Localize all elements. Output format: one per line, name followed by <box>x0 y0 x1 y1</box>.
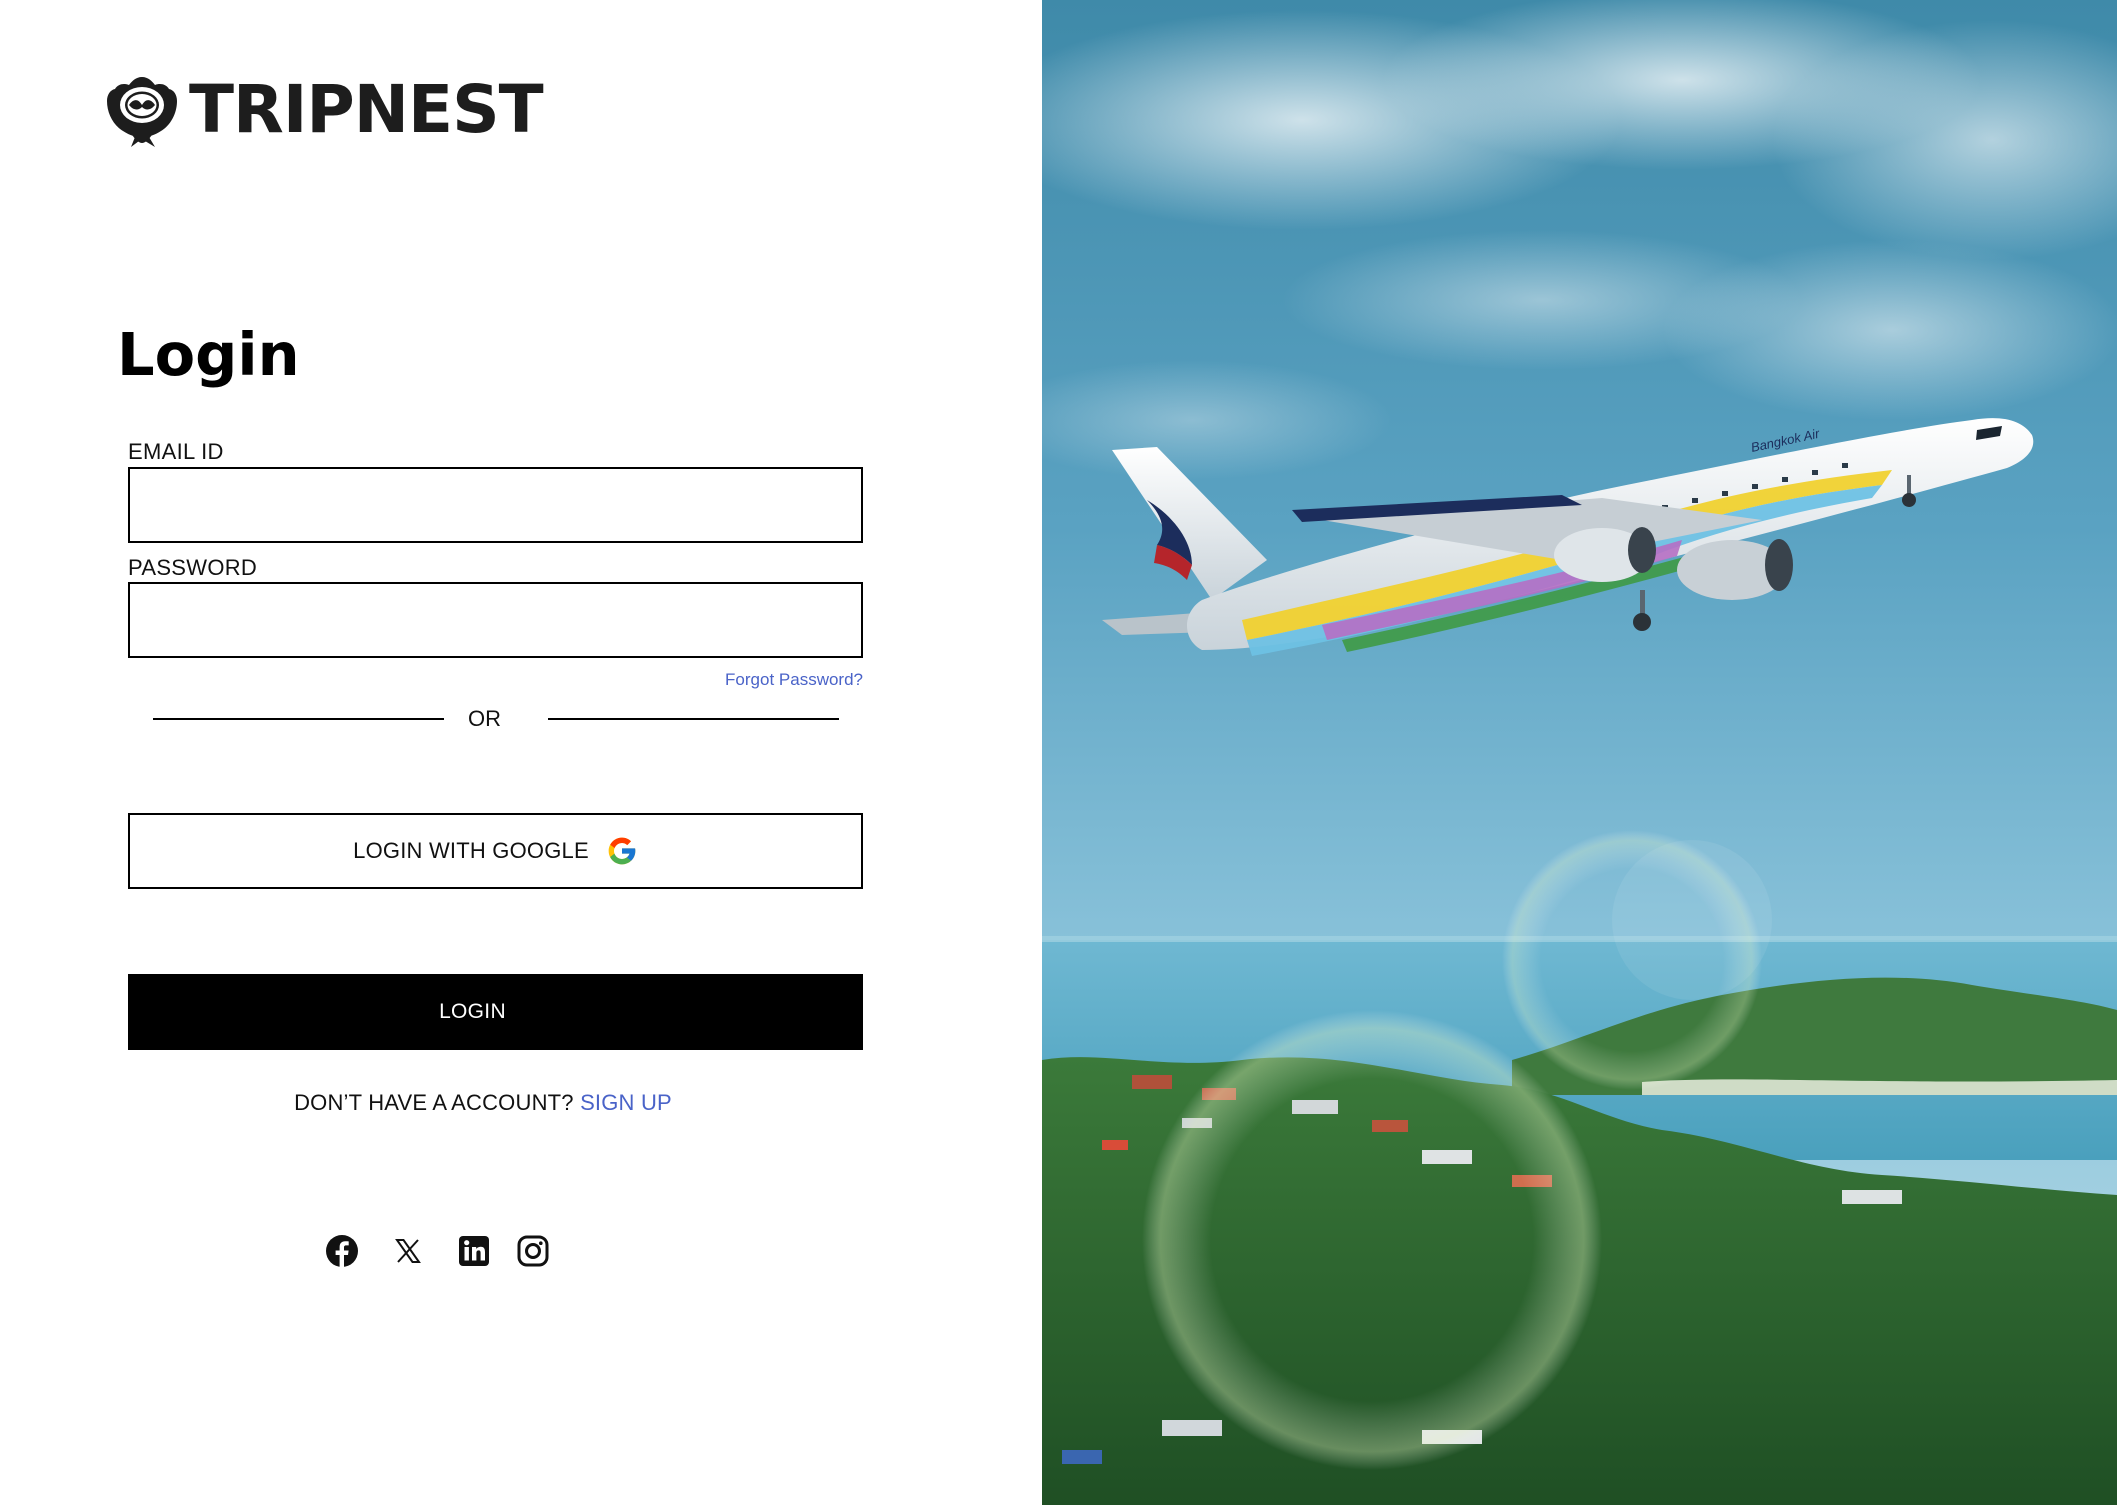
email-label: EMAIL ID <box>128 439 224 464</box>
login-page: TRIPNEST Login EMAIL ID PASSWORD Forgot … <box>0 0 2117 1505</box>
email-field[interactable] <box>128 467 863 543</box>
password-field[interactable] <box>128 582 863 658</box>
forgot-password-link[interactable]: Forgot Password? <box>725 670 863 690</box>
password-label: PASSWORD <box>128 555 258 580</box>
login-button-label: LOGIN <box>439 1000 506 1023</box>
divider-line-left <box>153 718 444 720</box>
tripnest-logo-icon <box>107 77 177 147</box>
brand-header[interactable]: TRIPNEST <box>105 70 544 150</box>
facebook-icon[interactable] <box>325 1234 359 1268</box>
page-title: Login <box>117 320 300 389</box>
hero-photo: Bangkok Air <box>1042 0 2117 1505</box>
google-login-label: LOGIN WITH GOOGLE <box>353 838 589 863</box>
no-account-text: DON’T HAVE A ACCOUNT? <box>294 1090 574 1115</box>
divider-or: OR <box>468 706 501 731</box>
linkedin-icon[interactable] <box>457 1234 491 1268</box>
instagram-icon[interactable] <box>516 1234 550 1268</box>
login-panel: TRIPNEST Login EMAIL ID PASSWORD Forgot … <box>0 0 1042 1505</box>
google-g-icon <box>608 837 636 865</box>
signup-link[interactable]: SIGN UP <box>580 1090 672 1115</box>
brand-name: TRIPNEST <box>189 71 544 148</box>
social-links <box>325 1233 550 1269</box>
google-login-button[interactable]: LOGIN WITH GOOGLE <box>128 813 863 889</box>
login-button[interactable]: LOGIN <box>128 974 863 1050</box>
divider-line-right <box>548 718 839 720</box>
x-icon[interactable] <box>395 1238 421 1264</box>
signup-prompt: DON’T HAVE A ACCOUNT? SIGN UP <box>0 1090 966 1116</box>
